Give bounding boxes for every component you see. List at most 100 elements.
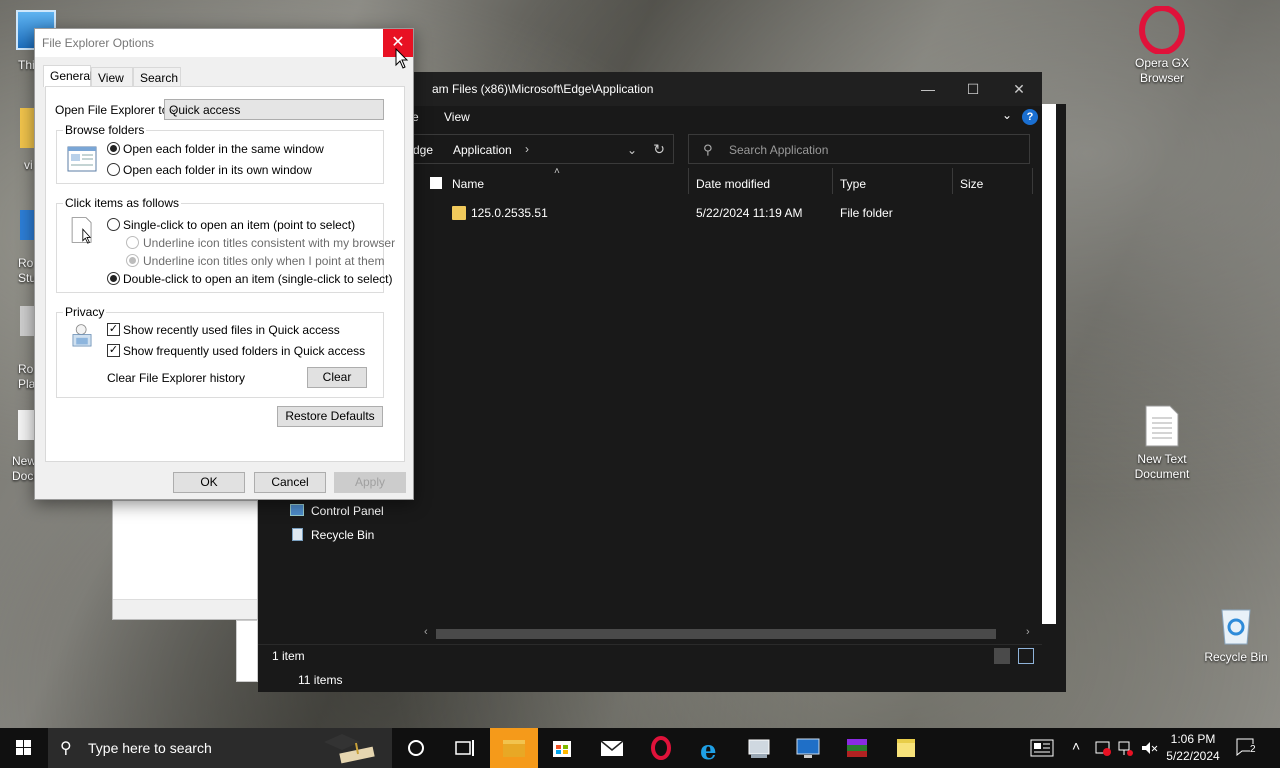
large-icons-view-icon[interactable] (1018, 648, 1034, 664)
general-tab-panel: Open File Explorer to: Quick access ⌄ Br… (45, 86, 405, 462)
clear-button[interactable]: Clear (307, 367, 367, 388)
nav-item-control-panel[interactable]: Control Panel (311, 504, 384, 518)
scroll-right-icon[interactable]: › (1026, 626, 1030, 638)
taskbar-mail[interactable] (588, 728, 636, 768)
windows-logo-icon (16, 740, 31, 755)
recycle-bin-icon (292, 528, 303, 541)
volume-muted-icon[interactable] (1140, 739, 1158, 757)
taskbar: ⚲ Type here to search e ˄ 1:06 PM 5/22/2… (0, 728, 1280, 768)
desktop-icon-new-text-document[interactable]: New Text Document (1120, 404, 1204, 482)
same-window-radio[interactable] (107, 142, 120, 155)
clear-history-label: Clear File Explorer history (107, 371, 246, 385)
search-box[interactable]: ⚲ Search Application (688, 134, 1030, 164)
search-icon: ⚲ (703, 142, 713, 157)
network-icon[interactable] (1116, 739, 1134, 757)
help-icon[interactable]: ? (1022, 109, 1038, 125)
taskbar-winrar[interactable] (833, 728, 881, 768)
notifications-button[interactable]: 2 (1236, 738, 1260, 758)
address-bar[interactable]: dge Application › ⌄ ↻ (406, 134, 674, 164)
taskbar-search-box[interactable]: ⚲ Type here to search (48, 728, 392, 768)
sticky-notes-icon (897, 739, 915, 757)
privacy-group: Privacy ✓ Show recently used files in Qu… (56, 305, 384, 398)
column-date-modified[interactable]: Date modified (696, 177, 770, 191)
cancel-button[interactable]: Cancel (254, 472, 326, 493)
click-items-group: Click items as follows Single-click to o… (56, 196, 395, 293)
own-window-radio[interactable] (107, 163, 120, 176)
select-all-checkbox[interactable] (430, 177, 442, 189)
desktop-icon-label: vi (24, 158, 33, 172)
underline-point-radio[interactable] (126, 254, 139, 267)
taskbar-sticky-notes[interactable] (882, 728, 930, 768)
news-icon[interactable] (1030, 738, 1054, 758)
frequent-folders-checkbox[interactable]: ✓ (107, 344, 120, 357)
column-type[interactable]: Type (840, 177, 866, 191)
single-click-label[interactable]: Single-click to open an item (point to s… (123, 218, 355, 232)
task-view-cortana-button[interactable] (392, 728, 440, 768)
show-hidden-icons-chevron-icon[interactable]: ˄ (1072, 738, 1080, 754)
open-to-label: Open File Explorer to: (55, 103, 172, 117)
group-title: Click items as follows (63, 196, 182, 210)
nav-item-recycle-bin[interactable]: Recycle Bin (311, 528, 374, 542)
taskbar-internet-explorer[interactable]: e (686, 728, 734, 768)
underline-point-label: Underline icon titles only when I point … (143, 254, 385, 268)
ribbon-tab-view[interactable]: View (444, 110, 470, 124)
desktop-icon-recycle-bin[interactable]: Recycle Bin (1194, 602, 1278, 665)
expand-ribbon-chevron-icon[interactable]: ⌄ (1002, 108, 1012, 122)
dialog-title: File Explorer Options (42, 36, 155, 50)
column-size[interactable]: Size (960, 177, 983, 191)
breadcrumb-application[interactable]: Application (453, 143, 512, 157)
restore-defaults-button[interactable]: Restore Defaults (277, 406, 383, 427)
opera-icon (651, 736, 671, 760)
apply-button[interactable]: Apply (334, 472, 406, 493)
frequent-folders-label[interactable]: Show frequently used folders in Quick ac… (123, 344, 365, 358)
underline-browser-radio[interactable] (126, 236, 139, 249)
column-headers: ˄ Name Date modified Type Size (416, 166, 1034, 198)
breadcrumb-edge[interactable]: dge (413, 143, 433, 157)
scrollbar-thumb[interactable] (436, 629, 996, 639)
defender-alert-icon[interactable] (1094, 739, 1112, 757)
taskbar-microsoft-store[interactable] (538, 728, 586, 768)
desktop-icon-label: Thi (18, 58, 35, 72)
own-window-label[interactable]: Open each folder in its own window (123, 163, 312, 177)
refresh-icon[interactable]: ↻ (653, 141, 665, 158)
taskbar-remote-desktop[interactable] (784, 728, 832, 768)
clock-date: 5/22/2024 (1166, 749, 1220, 763)
column-name[interactable]: Name (452, 177, 484, 191)
table-row[interactable]: 125.0.2535.51 5/22/2024 11:19 AM File fo… (416, 200, 1034, 226)
clock[interactable]: 1:06 PM 5/22/2024 (1160, 731, 1226, 765)
same-window-label[interactable]: Open each folder in the same window (123, 142, 324, 156)
single-click-radio[interactable] (107, 218, 120, 231)
close-button[interactable]: ✕ (1004, 78, 1034, 100)
double-click-label[interactable]: Double-click to open an item (single-cli… (123, 272, 392, 286)
open-to-dropdown[interactable]: Quick access ⌄ (164, 99, 384, 120)
minimize-button[interactable]: — (913, 78, 943, 100)
recent-files-checkbox[interactable]: ✓ (107, 323, 120, 336)
ok-button[interactable]: OK (173, 472, 245, 493)
file-explorer-icon (503, 740, 525, 757)
task-view-button[interactable] (440, 728, 488, 768)
desktop-icon-opera-gx[interactable]: Opera GX Browser (1120, 6, 1204, 86)
horizontal-scrollbar[interactable]: ‹ › (424, 626, 1034, 640)
search-highlight-graduation-icon (324, 734, 375, 764)
file-name: 125.0.2535.51 (471, 206, 548, 220)
underline-browser-label: Underline icon titles consistent with my… (143, 236, 396, 250)
address-history-chevron-icon[interactable]: ⌄ (627, 143, 637, 157)
double-click-radio[interactable] (107, 272, 120, 285)
cortana-icon (408, 740, 424, 756)
desktop-icon-label: Opera GX Browser (1134, 56, 1190, 85)
recent-files-label[interactable]: Show recently used files in Quick access (123, 323, 340, 337)
tab-general[interactable]: General (43, 65, 93, 87)
maximize-button[interactable]: ☐ (958, 78, 988, 100)
details-view-icon[interactable] (994, 648, 1010, 664)
tab-view[interactable]: View (91, 67, 133, 87)
search-placeholder: Search Application (729, 143, 829, 157)
start-button[interactable] (0, 728, 48, 768)
dialog-titlebar: File Explorer Options ✕ (35, 29, 413, 57)
scroll-left-icon[interactable]: ‹ (424, 626, 428, 638)
svg-text:e: e (700, 736, 717, 766)
tab-search[interactable]: Search (133, 67, 181, 87)
taskbar-file-explorer[interactable] (490, 728, 538, 768)
taskbar-app-1[interactable] (735, 728, 783, 768)
item-count: 11 items (298, 673, 343, 687)
taskbar-opera[interactable] (637, 728, 685, 768)
